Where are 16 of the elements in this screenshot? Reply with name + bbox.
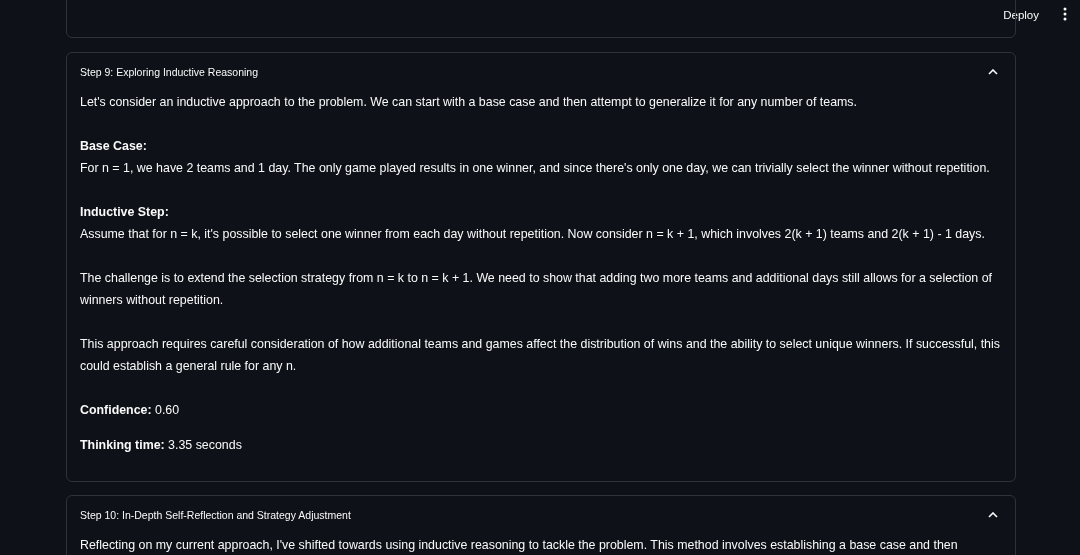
chevron-icon[interactable] (988, 69, 998, 75)
section-heading: Base Case: (80, 138, 148, 155)
paragraph: Reflecting on my current approach, I've shifted towards using inductive reasoning to tackle the problem. This method involves establishing a base case and then (80, 537, 959, 554)
confidence-text: Confidence: 0.60 (80, 402, 181, 419)
paragraph: This approach requires careful consideration of how additional teams and games affect the distribution of wins and the ability to select unique winners. If successful, this could establish a general rule for any n. (80, 336, 1001, 375)
more-options-icon[interactable] (1063, 7, 1067, 21)
deploy-button[interactable]: Deploy (997, 5, 1045, 25)
paragraph: Assume that for n = k, it's possible to select one winner from each day without repetition. Now consider n = k + 1, which involves 2(k + 1) teams and 2(k + 1) - 1 days. (80, 226, 986, 243)
thinking-time-text: Thinking time: 3.35 seconds (80, 437, 243, 454)
paragraph: For n = 1, we have 2 teams and 1 day. The only game played results in one winner, and since there's only one day, we can trivially select the winner without repetition. (80, 160, 991, 177)
step-title[interactable]: Step 9: Exploring Inductive Reasoning (80, 66, 259, 78)
step-title[interactable]: Step 10: In-Depth Self-Reflection and Strategy Adjustment (80, 509, 351, 521)
paragraph: The challenge is to extend the selection strategy from n = k to n = k + 1. We need to show that adding two more teams and additional days still allows for a selection of winners without repetition. (80, 270, 994, 309)
paragraph: Let's consider an inductive approach to the problem. We can start with a base case and then attempt to generalize it for any number of teams. (80, 94, 858, 111)
chevron-icon[interactable] (988, 512, 998, 518)
section-heading: Inductive Step: (80, 204, 170, 221)
